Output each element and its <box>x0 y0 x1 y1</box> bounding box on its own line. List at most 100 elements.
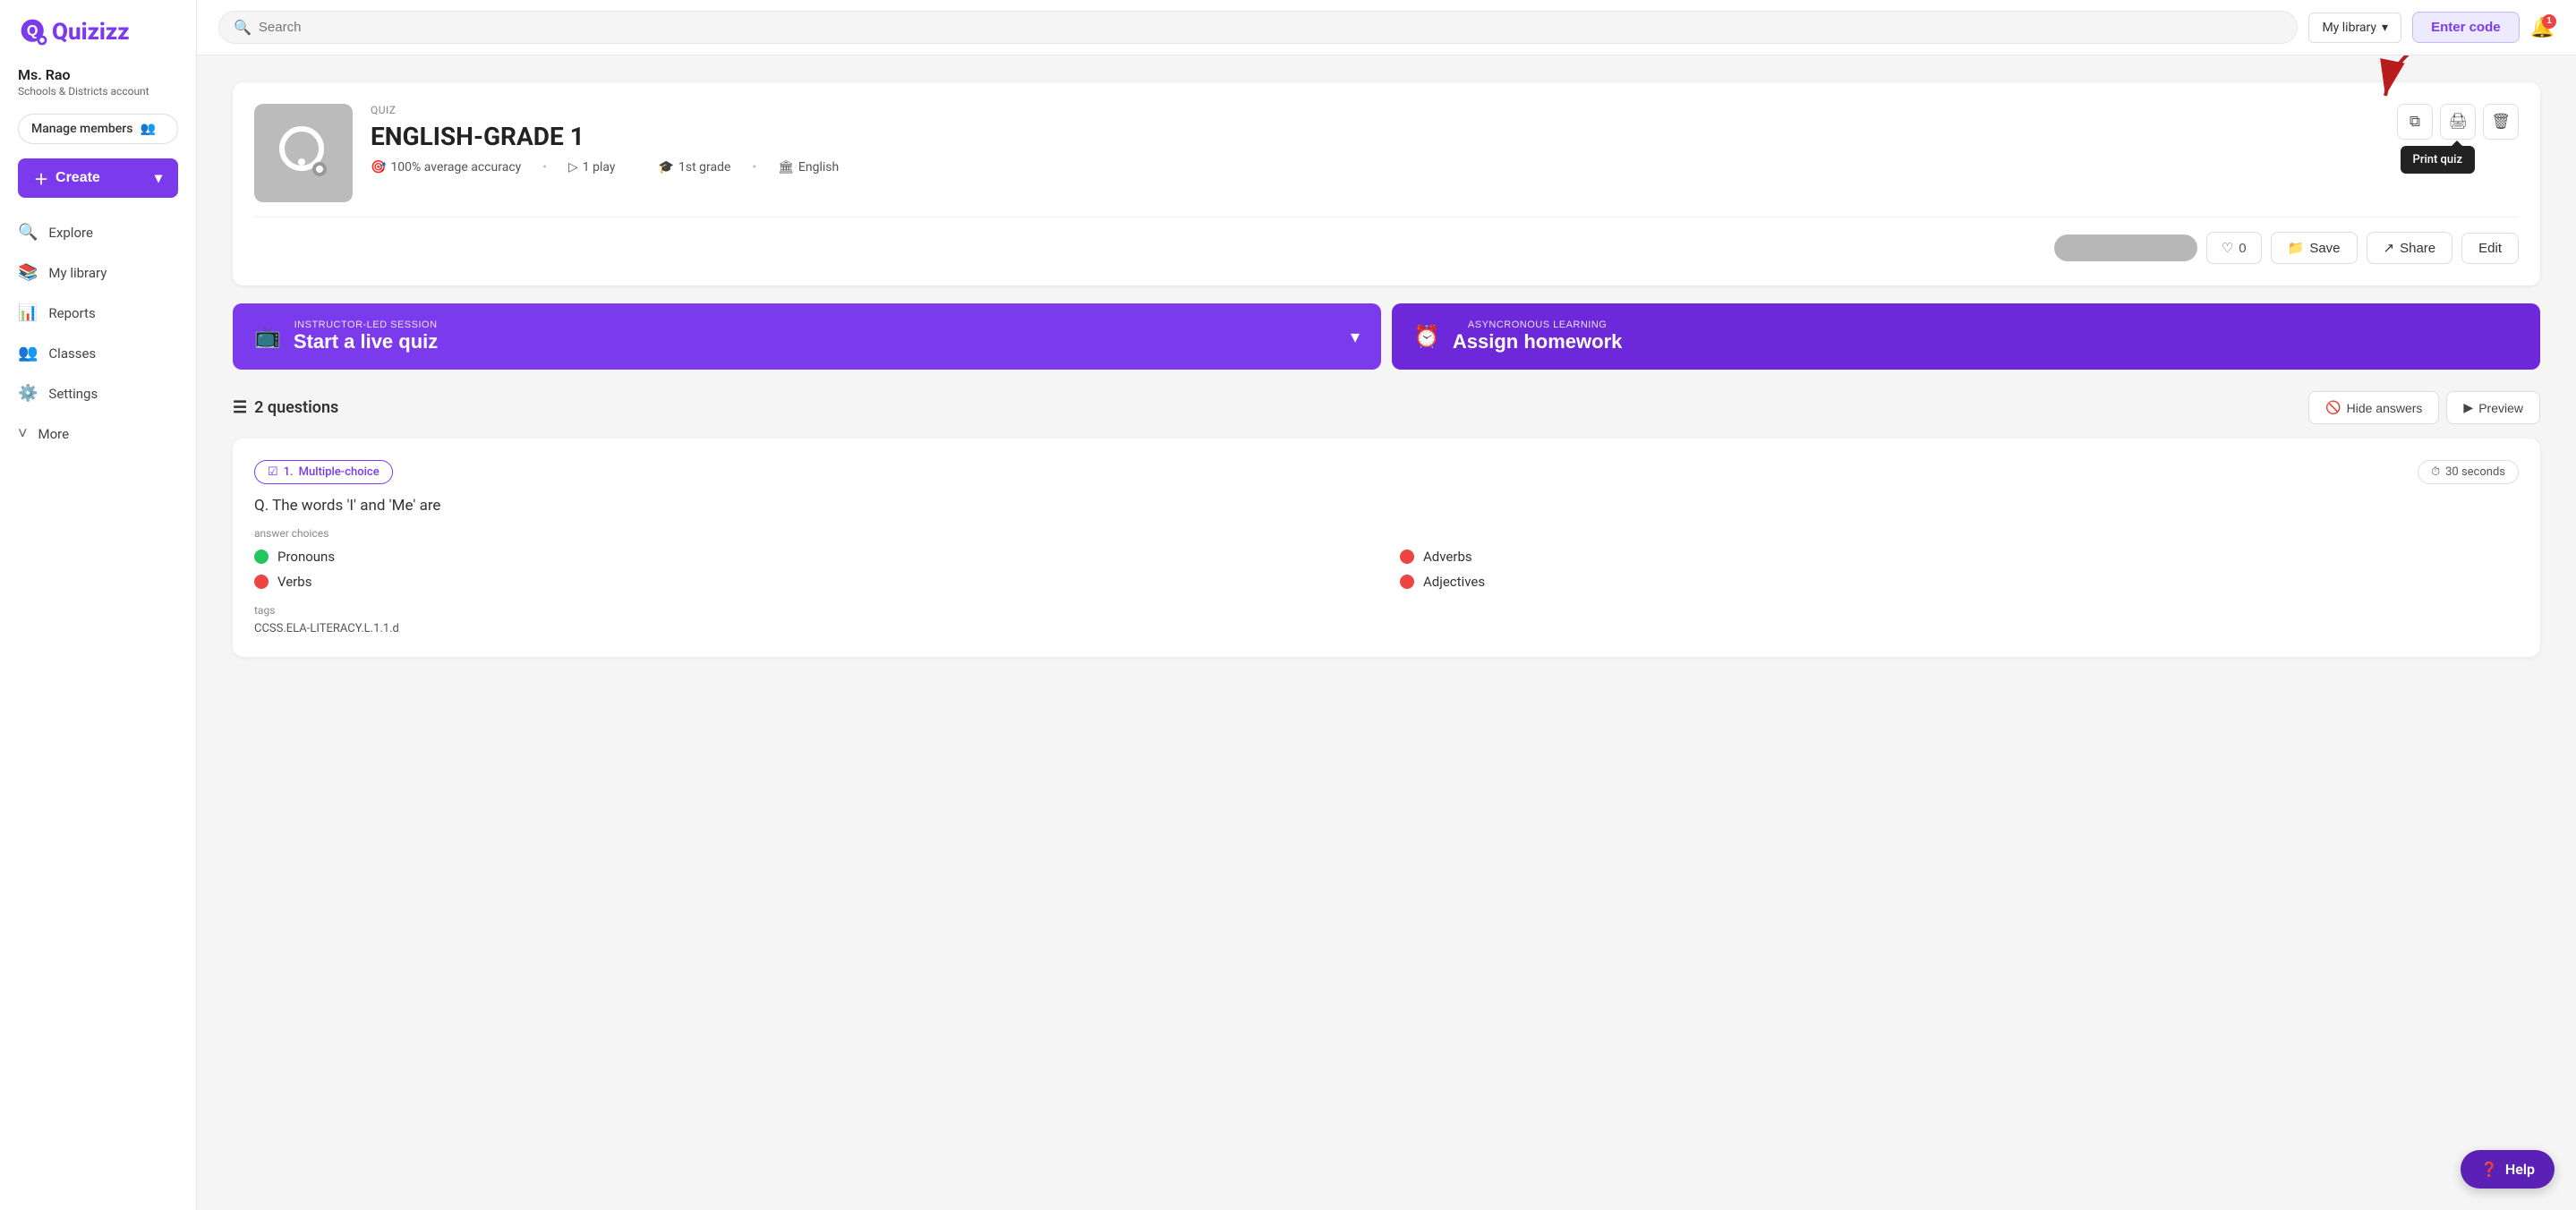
sidebar-item-label: My library <box>48 265 107 281</box>
print-tooltip: Print quiz <box>2401 146 2475 174</box>
members-icon: 👥 <box>140 122 155 136</box>
questions-header: ☰ 2 questions 🚫 Hide answers ▶ Preview <box>233 391 2540 424</box>
assign-homework-button[interactable]: ⏰ ASYNCRONOUS LEARNING Assign homework <box>1392 303 2540 370</box>
play-icon: ▷ <box>568 160 578 175</box>
quiz-thumb-svg <box>268 117 339 189</box>
notification-badge: 1 <box>2542 14 2556 29</box>
questions-count-label: 2 questions <box>254 398 338 417</box>
correct-dot <box>254 550 269 564</box>
chevron-down-icon: ▾ <box>155 169 162 187</box>
quiz-type-label: QUIZ <box>371 104 2379 116</box>
accuracy-item: 🎯 100% average accuracy <box>371 160 521 175</box>
list-icon: ☰ <box>233 398 247 417</box>
sidebar-item-more[interactable]: ˅ More <box>0 413 196 454</box>
print-button[interactable]: 🖨 Print quiz <box>2440 104 2476 140</box>
time-value: 30 seconds <box>2445 465 2505 479</box>
sidebar-item-settings[interactable]: ⚙️ Settings <box>0 373 196 413</box>
like-count: 0 <box>2239 241 2246 256</box>
answer-item: Adjectives <box>1400 574 2519 590</box>
quiz-actions-top: ⧉ 🖨 Print quiz <box>2397 104 2519 140</box>
quiz-title: ENGLISH-GRADE 1 <box>371 122 2379 151</box>
quiz-info: QUIZ ENGLISH-GRADE 1 🎯 100% average accu… <box>371 104 2379 175</box>
copy-icon: ⧉ <box>2410 113 2420 131</box>
share-label: Share <box>2400 241 2435 256</box>
share-icon: ↗ <box>2384 240 2395 256</box>
logo: Q Quizizz <box>18 16 178 48</box>
copy-button[interactable]: ⧉ <box>2397 104 2433 140</box>
sidebar-item-classes[interactable]: 👥 Classes <box>0 333 196 373</box>
manage-members-button[interactable]: Manage members 👥 <box>18 114 178 144</box>
enter-code-button[interactable]: Enter code <box>2412 12 2520 43</box>
save-icon: 📁 <box>2288 240 2305 256</box>
incorrect-dot <box>1400 550 1414 564</box>
user-section: Ms. Rao Schools & Districts account <box>0 57 196 103</box>
eye-slash-icon: 🚫 <box>2325 400 2341 415</box>
delete-icon: 🗑 <box>2491 113 2511 131</box>
library-selector[interactable]: My library ▾ <box>2308 13 2401 43</box>
grade-icon: 🎓 <box>659 160 674 175</box>
notification-button[interactable]: 🔔 1 <box>2530 16 2555 39</box>
help-icon: ❓ <box>2480 1161 2498 1178</box>
language-icon: 🏛 <box>778 160 794 175</box>
answer-label: Adjectives <box>1423 574 1485 590</box>
question-text: Q. The words 'I' and 'Me' are <box>254 497 2519 515</box>
plays-value: 1 play <box>583 160 616 175</box>
sidebar-item-explore[interactable]: 🔍 Explore <box>0 212 196 252</box>
start-live-quiz-button[interactable]: 📺 INSTRUCTOR-LED SESSION Start a live qu… <box>233 303 1381 370</box>
settings-icon: ⚙️ <box>18 384 38 403</box>
edit-button[interactable]: Edit <box>2461 233 2519 264</box>
blurred-start-bar <box>2054 234 2197 261</box>
content-area: QUIZ ENGLISH-GRADE 1 🎯 100% average accu… <box>197 55 2576 1210</box>
language-value: English <box>798 160 839 175</box>
grade-value: 1st grade <box>678 160 730 175</box>
main-content: 🔍 My library ▾ Enter code 🔔 1 <box>197 0 2576 1210</box>
help-button[interactable]: ❓ Help <box>2461 1150 2555 1189</box>
answer-item: Verbs <box>254 574 1373 590</box>
like-button[interactable]: ♡ 0 <box>2206 232 2262 264</box>
sidebar-item-label: More <box>38 426 70 442</box>
incorrect-dot <box>254 575 269 589</box>
share-button[interactable]: ↗ Share <box>2367 232 2453 264</box>
sidebar-item-label: Reports <box>48 305 95 321</box>
question-card: ☑ 1. Multiple-choice ⏱ 30 seconds Q. The… <box>233 439 2540 657</box>
preview-label: Preview <box>2478 401 2523 415</box>
homework-session-title: Assign homework <box>1453 330 1622 354</box>
chevron-down-icon: ▾ <box>1351 326 1360 348</box>
hide-answers-button[interactable]: 🚫 Hide answers <box>2308 391 2439 424</box>
answer-item: Pronouns <box>254 549 1373 565</box>
questions-actions: 🚫 Hide answers ▶ Preview <box>2308 391 2540 424</box>
incorrect-dot <box>1400 575 1414 589</box>
sidebar-item-label: Settings <box>48 386 98 402</box>
language-item: 🏛 English <box>778 160 839 175</box>
logo-text: Quizizz <box>52 19 130 46</box>
grade-item: 🎓 1st grade <box>659 160 731 175</box>
answer-label: Pronouns <box>277 549 335 565</box>
clock-icon: ⏱ <box>2431 465 2440 479</box>
live-icon: 📺 <box>254 324 281 350</box>
classes-icon: 👥 <box>18 344 38 362</box>
question-number: 1. <box>284 465 294 479</box>
preview-button[interactable]: ▶ Preview <box>2446 391 2540 424</box>
library-icon: 📚 <box>18 263 38 282</box>
create-button[interactable]: ＋ Create ▾ <box>18 158 178 198</box>
explore-icon: 🔍 <box>18 223 38 242</box>
help-label: Help <box>2505 1161 2535 1178</box>
delete-button[interactable]: 🗑 <box>2483 104 2519 140</box>
save-button[interactable]: 📁 Save <box>2271 232 2358 264</box>
quiz-card-top: QUIZ ENGLISH-GRADE 1 🎯 100% average accu… <box>254 104 2519 202</box>
question-type-label: Multiple-choice <box>299 465 380 479</box>
search-bar[interactable]: 🔍 <box>218 11 2298 44</box>
answer-choices-label: answer choices <box>254 527 2519 540</box>
user-name: Ms. Rao <box>18 66 178 83</box>
account-type: Schools & Districts account <box>18 85 178 98</box>
edit-label: Edit <box>2478 241 2502 256</box>
sidebar-item-reports[interactable]: 📊 Reports <box>0 293 196 333</box>
quiz-card: QUIZ ENGLISH-GRADE 1 🎯 100% average accu… <box>233 82 2540 285</box>
question-type-badge: ☑ 1. Multiple-choice <box>254 460 393 484</box>
checkbox-icon: ☑ <box>268 465 278 479</box>
tag-value: CCSS.ELA-LITERACY.L.1.1.d <box>254 622 2519 635</box>
sidebar-item-label: Classes <box>48 345 96 362</box>
search-input[interactable] <box>259 20 2283 35</box>
manage-members-label: Manage members <box>31 122 132 136</box>
sidebar-item-my-library[interactable]: 📚 My library <box>0 252 196 293</box>
